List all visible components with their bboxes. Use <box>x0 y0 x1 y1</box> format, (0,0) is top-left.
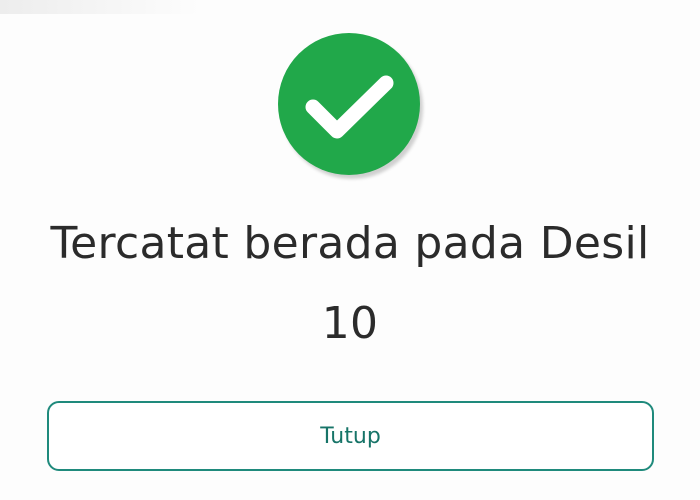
top-status-strip <box>0 0 200 14</box>
decile-status: Tercatat berada pada Desil 10 <box>0 215 700 353</box>
result-screen: Tercatat berada pada Desil 10 Tutup <box>0 0 700 500</box>
status-message: Tercatat berada pada Desil <box>50 218 650 269</box>
decile-value: 10 <box>321 298 379 349</box>
check-circle-icon <box>278 33 420 175</box>
close-button[interactable]: Tutup <box>47 401 654 471</box>
